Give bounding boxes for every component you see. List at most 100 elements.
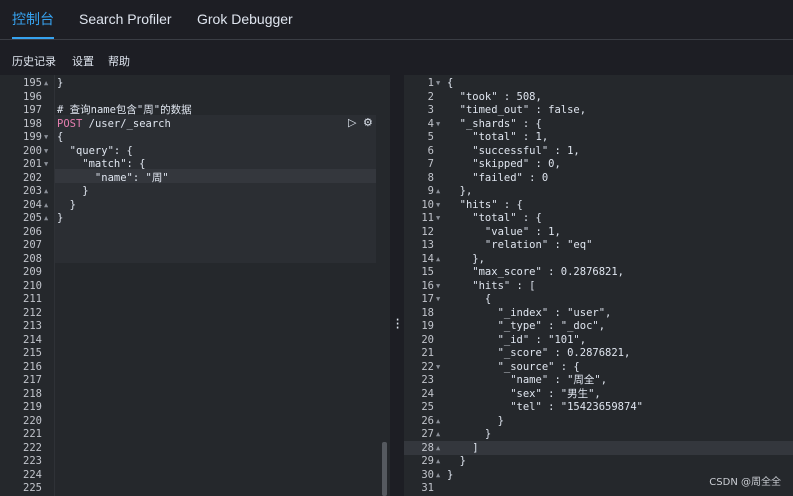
line-number: 195 xyxy=(23,77,42,89)
fold-toggle-icon[interactable]: ▼ xyxy=(436,118,440,132)
line-number: 22 xyxy=(421,360,434,373)
code-line: "hits" : [ xyxy=(447,279,536,292)
line-number: 4 xyxy=(427,117,434,130)
line-number: 199 xyxy=(23,131,42,143)
code-line: } xyxy=(447,428,492,440)
line-number: 197 xyxy=(23,104,42,116)
fold-toggle-icon[interactable]: ▲ xyxy=(44,212,48,226)
code-line: } xyxy=(447,414,504,427)
code-line: } xyxy=(57,77,64,89)
line-number: 13 xyxy=(421,239,434,251)
fold-toggle-icon[interactable]: ▲ xyxy=(436,428,440,442)
fold-toggle-icon[interactable]: ▲ xyxy=(44,199,48,213)
fold-toggle-icon[interactable]: ▲ xyxy=(436,253,440,267)
line-number: 12 xyxy=(421,225,434,238)
line-number: 24 xyxy=(421,387,434,400)
code-line: ] xyxy=(447,441,479,454)
line-number: 20 xyxy=(421,333,434,346)
code-line: POST /user/_search xyxy=(57,118,171,132)
fold-toggle-icon[interactable]: ▼ xyxy=(436,361,440,375)
code-line: { xyxy=(57,131,64,143)
line-number: 215 xyxy=(23,347,42,359)
line-number: 206 xyxy=(23,225,42,238)
line-number: 2 xyxy=(427,90,434,103)
line-number: 205 xyxy=(23,212,42,224)
fold-toggle-icon[interactable]: ▼ xyxy=(44,158,48,172)
line-number: 25 xyxy=(421,401,434,413)
line-number: 210 xyxy=(23,279,42,292)
code-line: "skipped" : 0, xyxy=(447,158,561,170)
line-number: 8 xyxy=(427,171,434,184)
code-line: "_type" : "_doc", xyxy=(447,320,606,332)
line-number: 6 xyxy=(427,144,434,157)
fold-toggle-icon[interactable]: ▼ xyxy=(436,77,440,91)
line-number: 203 xyxy=(23,185,42,197)
line-number: 26 xyxy=(421,414,434,427)
line-number: 221 xyxy=(23,428,42,440)
fold-toggle-icon[interactable]: ▲ xyxy=(436,455,440,469)
fold-toggle-icon[interactable]: ▼ xyxy=(436,280,440,294)
code-line: "failed" : 0 xyxy=(447,171,549,184)
menu-help[interactable]: 帮助 xyxy=(108,53,130,69)
line-number: 208 xyxy=(23,252,42,265)
code-line: } xyxy=(447,468,454,481)
tab-grok-debugger[interactable]: Grok Debugger xyxy=(197,0,293,39)
line-number: 11 xyxy=(421,212,434,224)
tab-console[interactable]: 控制台 xyxy=(12,0,54,39)
fold-toggle-icon[interactable]: ▲ xyxy=(436,415,440,429)
line-number: 218 xyxy=(23,387,42,400)
code-line: "hits" : { xyxy=(447,198,523,211)
fold-toggle-icon[interactable]: ▼ xyxy=(436,293,440,307)
active-request-highlight xyxy=(54,115,376,263)
tab-search-profiler[interactable]: Search Profiler xyxy=(79,0,172,39)
top-tab-bar: 控制台 Search Profiler Grok Debugger xyxy=(0,0,793,40)
menu-settings[interactable]: 设置 xyxy=(72,53,94,69)
line-number: 223 xyxy=(23,455,42,467)
code-line: "match": { xyxy=(57,158,146,170)
code-line: "max_score" : 0.2876821, xyxy=(447,266,625,278)
code-line: { xyxy=(447,77,454,89)
wrench-icon[interactable]: ⚙ xyxy=(363,116,376,129)
line-number: 19 xyxy=(421,320,434,332)
line-number: 201 xyxy=(23,158,42,170)
line-number: 5 xyxy=(427,131,434,143)
line-number: 10 xyxy=(421,198,434,211)
line-number: 29 xyxy=(421,455,434,467)
code-line: "timed_out" : false, xyxy=(447,104,587,116)
code-line: "name": "周" xyxy=(57,171,169,184)
fold-toggle-icon[interactable]: ▲ xyxy=(436,442,440,456)
fold-toggle-icon[interactable]: ▼ xyxy=(44,145,48,159)
menu-history[interactable]: 历史记录 xyxy=(12,53,56,69)
line-number: 204 xyxy=(23,198,42,211)
fold-toggle-icon[interactable]: ▼ xyxy=(436,199,440,213)
request-editor[interactable]: ▷ ⚙ 195 ▲} 196 197 # 查询name包含"周"的数据 198 POST /… xyxy=(0,75,390,496)
fold-toggle-icon[interactable]: ▼ xyxy=(44,131,48,145)
line-number: 220 xyxy=(23,414,42,427)
fold-toggle-icon[interactable]: ▲ xyxy=(44,185,48,199)
code-line: "value" : 1, xyxy=(447,225,561,238)
drag-handle-icon[interactable]: · · · xyxy=(394,314,401,334)
code-line: "tel" : "15423659874" xyxy=(447,401,643,413)
line-number: 196 xyxy=(23,90,42,103)
play-icon[interactable]: ▷ xyxy=(348,116,358,129)
line-number: 209 xyxy=(23,266,42,278)
pane-resizer[interactable] xyxy=(390,75,404,496)
line-number: 18 xyxy=(421,306,434,319)
fold-toggle-icon[interactable]: ▲ xyxy=(44,77,48,91)
line-number: 207 xyxy=(23,239,42,251)
code-line: "query": { xyxy=(57,144,133,157)
fold-toggle-icon[interactable]: ▲ xyxy=(436,185,440,199)
code-line: "sex" : "男生", xyxy=(447,387,601,400)
left-scrollbar[interactable] xyxy=(382,442,387,496)
fold-toggle-icon[interactable]: ▼ xyxy=(436,212,440,226)
line-number: 1 xyxy=(427,77,434,89)
code-line: "took" : 508, xyxy=(447,90,542,103)
code-line: "_id" : "101", xyxy=(447,333,587,346)
line-number: 219 xyxy=(23,401,42,413)
code-line: "relation" : "eq" xyxy=(447,239,593,251)
http-method: POST xyxy=(57,117,83,130)
line-number: 200 xyxy=(23,144,42,157)
code-line: "_index" : "user", xyxy=(447,306,612,319)
line-number: 31 xyxy=(421,482,434,494)
fold-toggle-icon[interactable]: ▲ xyxy=(436,469,440,483)
